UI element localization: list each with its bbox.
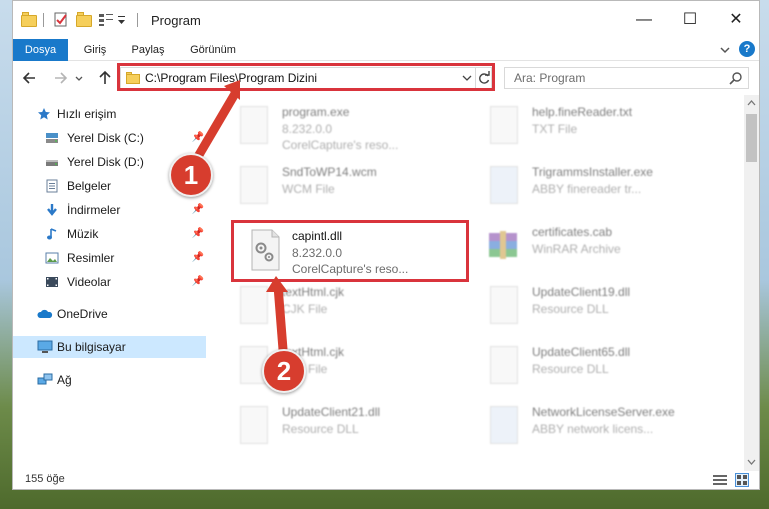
- arrow-to-address: [192, 89, 240, 163]
- step-badge-1: 1: [169, 153, 213, 197]
- annotation-arrows: [192, 80, 289, 363]
- arrow-head: [266, 276, 288, 292]
- step-badge-2: 2: [262, 349, 306, 393]
